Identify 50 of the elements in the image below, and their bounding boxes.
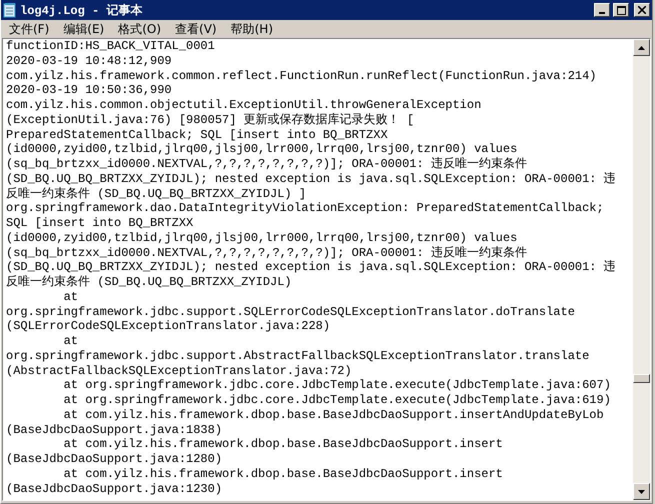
scrollbar[interactable] (633, 39, 650, 500)
menu-item[interactable]: 帮助(H) (224, 20, 281, 38)
text-line: (sq_bq_brtzxx_id0000.NEXTVAL,?,?,?,?,?,?,?,?)]; ORA-00001: 违反唯一约束条件 (6, 157, 527, 172)
text-line: (BaseJdbcDaoSupport.java:1230) (6, 482, 222, 496)
text-line: 2020-03-19 10:48:12,909 (6, 54, 172, 68)
text-line: at (62, 290, 78, 304)
text-line: (BaseJdbcDaoSupport.java:1838) (6, 422, 222, 438)
maximize-button[interactable] (613, 3, 629, 17)
menu-item[interactable]: 编辑(E) (57, 20, 112, 38)
text-line: org.springframework.dao.DataIntegrityViolationException: PreparedStatementCallback; (6, 201, 604, 216)
text-line: 反唯一约束条件 (SD_BQ.UQ_BQ_BRTZXX_ZYIDJL) ] (6, 186, 306, 202)
text-line: com.yilz.his.framework.common.reflect.FunctionRun.runReflect(FunctionRun.java:214) (6, 68, 596, 84)
text-line: org.springframework.jdbc.support.SQLErrorCodeSQLExceptionTranslator.doTranslate (6, 304, 575, 320)
down-arrow-icon (638, 490, 645, 494)
menu-item[interactable]: 文件(F) (3, 20, 58, 38)
text-line: (SQLErrorCodeSQLExceptionTranslator.java:228) (6, 319, 330, 334)
scroll-thumb[interactable] (633, 374, 650, 383)
text-line: (sq_bq_brtzxx_id0000.NEXTVAL,?,?,?,?,?,?,?,?)]; ORA-00001: 违反唯一约束条件 (6, 246, 527, 260)
menu-item[interactable]: 格式(O) (112, 20, 170, 38)
scroll-up-button[interactable] (633, 39, 650, 56)
window-title: log4j.Log - 记事本 (20, 2, 144, 18)
notepad-icon (3, 2, 17, 18)
text-line: at com.yilz.his.framework.dbop.base.BaseJdbcDaoSupport.insertAndUpdateByLob (62, 408, 604, 422)
text-line: 2020-03-19 10:50:36,990 (6, 83, 172, 98)
text-line: at com.yilz.his.framework.dbop.base.BaseJdbcDaoSupport.insert (62, 437, 503, 452)
text-line: SQL [insert into BQ_BRTZXX (6, 216, 194, 231)
text-line: (id0000,zyid00,tzlbid,jlrq00,jlsj00,lrr000,lrrq00,lrsj00,tznr00) values (6, 230, 518, 246)
text-line: at com.yilz.his.framework.dbop.base.BaseJdbcDaoSupport.insert (62, 466, 503, 482)
close-icon (638, 6, 646, 14)
text-line: org.springframework.jdbc.support.AbstractFallbackSQLExceptionTranslator.translate (6, 348, 590, 364)
text-area[interactable] (3, 39, 633, 500)
text-line: 反唯一约束条件 (SD_BQ.UQ_BQ_BRTZXX_ZYIDJL) (6, 275, 292, 290)
text-line: functionID:HS_BACK_VITAL_0001 (6, 39, 215, 54)
up-arrow-icon (638, 46, 645, 50)
menu-item[interactable]: 查看(V) (169, 20, 225, 38)
text-line: PreparedStatementCallback; SQL [insert into BQ_BRTZXX (6, 128, 388, 142)
maximize-icon (616, 6, 626, 14)
text-line: (id0000,zyid00,tzlbid,jlrq00,jlsj00,lrr000,lrrq00,lrsj00,tznr00) values (6, 142, 518, 157)
text-line: at (62, 334, 78, 349)
scroll-down-button[interactable] (633, 483, 650, 500)
text-line: (AbstractFallbackSQLExceptionTranslator.java:72) (6, 364, 352, 378)
text-line: (SD_BQ.UQ_BQ_BRTZXX_ZYIDJL); nested exception is java.sql.SQLException: ORA-00001: 违 (6, 172, 616, 186)
text-line: at org.springframework.jdbc.core.JdbcTemplate.execute(JdbcTemplate.java:619) (62, 393, 611, 408)
text-line: (ExceptionUtil.java:76) [980057] 更新或保存数据库记录失败！ [ (6, 112, 414, 128)
text-line: com.yilz.his.common.objectutil.ExceptionUtil.throwGeneralException (6, 98, 482, 113)
text-line: (BaseJdbcDaoSupport.java:1280) (6, 452, 222, 467)
text-line: at org.springframework.jdbc.core.JdbcTemplate.execute(JdbcTemplate.java:607) (62, 378, 611, 393)
text-line: (SD_BQ.UQ_BQ_BRTZXX_ZYIDJL); nested exception is java.sql.SQLException: ORA-00001: 违 (6, 260, 616, 275)
close-button[interactable] (634, 3, 650, 17)
minimize-button[interactable] (594, 3, 610, 17)
